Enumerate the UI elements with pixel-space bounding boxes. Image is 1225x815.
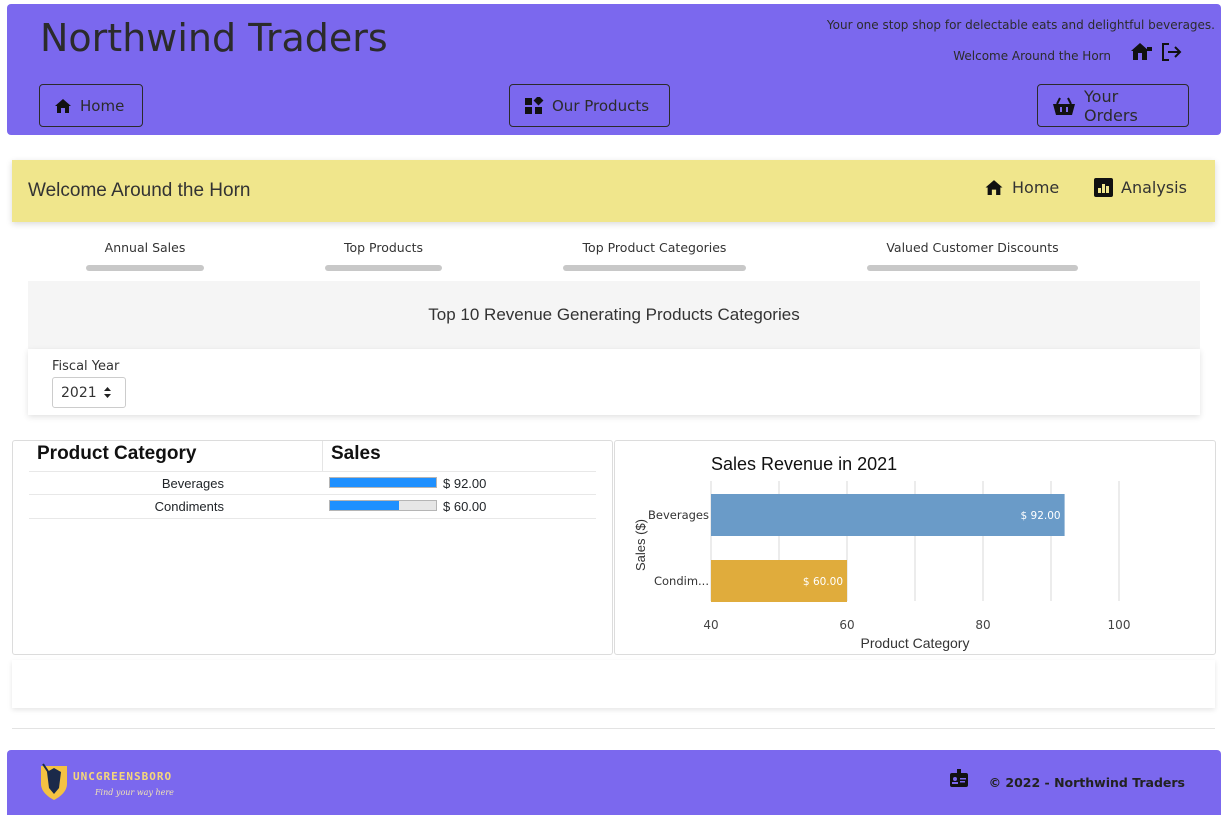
breadcrumb-analysis-link[interactable]: Analysis [1094,178,1187,197]
tab-indicator [563,265,746,271]
sales-revenue-chart: 40 60 80 100 $ 92.00 Beverages $ 60.00 Condim..… [614,440,1216,655]
brand-title: Northwind Traders [40,16,388,60]
y-axis-title: Sales ($) [633,519,648,571]
chart-svg: 40 60 80 100 $ 92.00 Beverages $ 60.00 Condim..… [633,454,1131,651]
bar-data-label: $ 60.00 [803,576,843,588]
tab-valued-customer-discounts[interactable]: Valued Customer Discounts [867,240,1078,271]
column-header-sales[interactable]: Sales [331,443,381,465]
tab-annual-sales[interactable]: Annual Sales [86,240,204,271]
home-user-icon[interactable] [1129,40,1153,64]
category-sales-grid: Product Category Sales Beverages $ 92.00… [12,440,613,655]
column-divider [322,441,323,471]
chart-title: Sales Revenue in 2021 [711,454,897,474]
divider [12,728,1215,729]
welcome-bar-text: Welcome Around the Horn [28,180,251,201]
y-category-label: Beverages [648,508,709,522]
x-tick-label: 80 [975,618,990,632]
tab-indicator [867,265,1078,271]
x-tick-label: 40 [703,618,718,632]
table-row[interactable]: Condiments $ 60.00 [29,495,596,519]
bar-data-label: $ 92.00 [1021,510,1061,522]
x-tick-label: 100 [1108,618,1131,632]
sales-bar [329,477,437,488]
sales-bar-fill [330,501,399,510]
copyright-text: © 2022 - Northwind Traders [988,775,1185,790]
row-sales-value: $ 60.00 [443,499,487,514]
x-axis-title: Product Category [861,635,970,651]
tab-indicator [86,265,204,271]
row-category: Beverages [161,476,224,491]
panel-header: Top 10 Revenue Generating Products Categ… [28,281,1200,349]
nav-home-label: Home [80,96,125,115]
university-name: UNCGREENSBORO [73,770,173,783]
breadcrumb-home-link[interactable]: Home [984,178,1059,197]
tagline: Your one stop shop for delectable eats a… [826,18,1215,32]
tab-indicator [325,265,442,271]
site-header: Northwind Traders Your one stop shop for… [7,4,1221,135]
breadcrumb-home-label: Home [1012,178,1060,197]
nav-products-label: Our Products [552,96,650,115]
tab-top-product-categories[interactable]: Top Product Categories [563,240,746,271]
tab-label: Top Products [343,240,424,255]
tab-label: Top Product Categories [582,240,727,255]
welcome-user-text: Welcome Around the Horn [953,49,1111,63]
fiscal-year-label: Fiscal Year [52,359,120,374]
products-icon [525,96,544,114]
fiscal-year-value: 2021 [61,384,97,401]
home-icon [55,98,71,113]
sort-arrows-icon [103,387,111,398]
nav-products-button[interactable]: Our Products [509,84,670,127]
fiscal-year-filter: Fiscal Year 2021 [28,349,1200,415]
table-row[interactable]: Beverages $ 92.00 [29,471,596,495]
logout-icon[interactable] [1159,40,1183,64]
x-tick-label: 60 [839,618,854,632]
sales-bar-fill [330,478,436,487]
tab-top-products[interactable]: Top Products [325,240,442,271]
uncg-spartan-logo [41,763,67,800]
row-sales-value: $ 92.00 [443,476,487,491]
empty-panel [12,660,1215,708]
nav-orders-button[interactable]: Your Orders [1037,84,1189,127]
analysis-chart-icon [1094,178,1113,197]
university-tagline: Find your way here [95,788,174,797]
fiscal-year-select[interactable]: 2021 [52,377,126,408]
breadcrumb-analysis-label: Analysis [1121,178,1187,197]
column-header-category[interactable]: Product Category [37,443,196,465]
row-category: Condiments [154,499,224,514]
nav-orders-label: Your Orders [1084,86,1138,125]
tab-label: Valued Customer Discounts [886,240,1059,255]
y-category-label: Condim... [654,574,709,588]
nav-home-button[interactable]: Home [39,84,143,127]
id-card-icon [949,768,969,792]
tab-label: Annual Sales [104,240,186,255]
sales-bar [329,500,437,511]
home-icon [985,180,1003,195]
welcome-bar: Welcome Around the Horn Home Analysis [12,160,1215,222]
site-footer: UNCGREENSBORO Find your way here © 2022 … [7,750,1221,815]
panel-title: Top 10 Revenue Generating Products Categ… [428,305,800,324]
chart-bar [711,494,1065,536]
basket-icon [1053,97,1075,115]
